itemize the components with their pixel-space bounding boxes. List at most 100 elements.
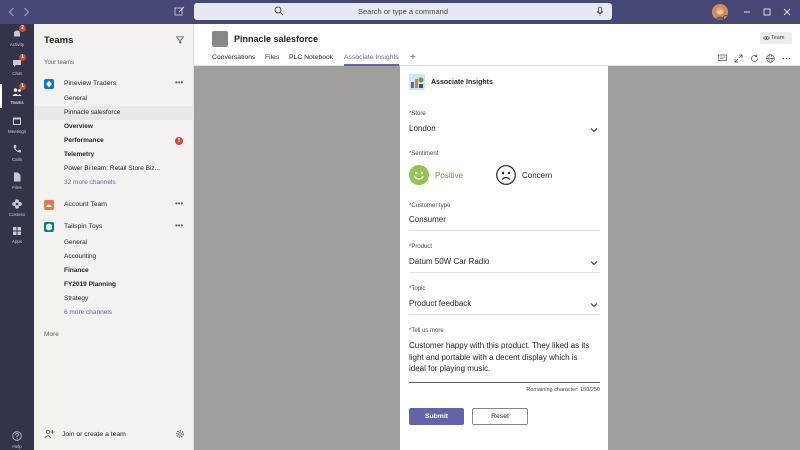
gear-icon[interactable]: [175, 429, 185, 439]
maximize-icon[interactable]: [762, 7, 772, 17]
chat-bubble-icon[interactable]: [718, 54, 727, 63]
add-tab-icon[interactable]: +: [410, 52, 416, 63]
channel-accounting[interactable]: Accounting: [34, 250, 194, 264]
channel-name: Pinnacle salesforce: [64, 109, 121, 116]
expand-icon[interactable]: [734, 54, 743, 63]
more-options-icon[interactable]: [782, 54, 791, 63]
channel-finance[interactable]: Finance: [34, 264, 194, 278]
more-channels-link[interactable]: 6 more channels: [34, 306, 194, 320]
tab-plc-notebook[interactable]: PLC Notebook: [289, 54, 333, 66]
globe-icon[interactable]: [766, 54, 775, 63]
app-bar: 2 Activity 1 Chat 1 Teams Meetings Calls…: [0, 24, 34, 450]
submit-button[interactable]: Submit: [409, 408, 464, 425]
topic-dropdown[interactable]: Product feedback: [409, 299, 471, 308]
channel-avatar: [212, 31, 228, 47]
more-options-icon[interactable]: •••: [175, 199, 183, 208]
card-header: Associate Insights: [400, 66, 608, 100]
flower-icon: [12, 199, 22, 209]
add-team-icon: [44, 429, 55, 439]
channel-title: Pinnacle salesforce: [234, 34, 319, 44]
channel-name: Accounting: [64, 253, 97, 260]
customer-type-field[interactable]: Consumer: [409, 215, 446, 224]
channel-name: Telemetry: [64, 151, 95, 158]
more-options-icon[interactable]: •••: [175, 78, 183, 87]
chevron-down-icon[interactable]: [590, 302, 598, 308]
search-input[interactable]: Search or type a command: [194, 7, 612, 16]
channel-overview[interactable]: Overview: [34, 120, 194, 134]
team-tailspin-toys[interactable]: Tailspin Toys •••: [34, 220, 194, 234]
refresh-icon[interactable]: [750, 54, 759, 63]
appbar-label: Calls: [11, 157, 22, 162]
channel-fy2019-planning[interactable]: FY2019 Planning: [34, 278, 194, 292]
field-underline: [409, 382, 600, 383]
channel-general[interactable]: General: [34, 92, 194, 106]
forward-arrow-icon[interactable]: [20, 5, 32, 19]
chevron-down-icon[interactable]: [590, 127, 598, 133]
appbar-costoso[interactable]: Costoso: [0, 196, 34, 226]
chevron-down-icon[interactable]: [590, 260, 598, 266]
channel-name: Strategy: [64, 295, 89, 302]
team-pineview-traders[interactable]: Pineview Traders •••: [34, 77, 194, 91]
channel-name: Power Bi team: Retail Store Biz...: [64, 165, 161, 172]
channel-name: General: [64, 95, 88, 102]
appbar-label: Apps: [11, 239, 23, 244]
more-options-icon[interactable]: •••: [175, 221, 183, 230]
user-avatar[interactable]: [712, 4, 728, 20]
appbar-files[interactable]: Files: [0, 169, 34, 199]
file-icon: [12, 172, 22, 182]
field-underline: [409, 230, 600, 231]
tab-content: Associate Insights *Store London *Sentim…: [194, 66, 800, 450]
product-dropdown[interactable]: Datum 50W Car Radio: [409, 257, 489, 266]
presence-available-icon: [723, 15, 728, 20]
appbar-calls[interactable]: Calls: [0, 141, 34, 171]
appbar-help[interactable]: Help: [0, 428, 34, 450]
join-or-create-team[interactable]: Join or create a team: [34, 424, 194, 446]
app-logo-icon: [409, 74, 425, 90]
appbar-meetings[interactable]: Meetings: [0, 113, 34, 143]
compose-icon[interactable]: [174, 6, 185, 17]
channel-telemetry[interactable]: Telemetry: [34, 148, 194, 162]
tab-associate-insights[interactable]: Associate Insights: [344, 54, 399, 66]
appbar-activity[interactable]: 2 Activity: [0, 25, 34, 56]
tab-conversations[interactable]: Conversations: [212, 54, 255, 66]
back-arrow-icon[interactable]: [6, 5, 18, 19]
channel-general[interactable]: General: [34, 236, 194, 250]
channel-name: General: [64, 239, 88, 246]
microphone-icon[interactable]: [596, 6, 604, 17]
activity-badge: 2: [19, 25, 26, 32]
channel-strategy[interactable]: Strategy: [34, 292, 194, 306]
team-account-team[interactable]: Account Team •••: [34, 198, 194, 212]
topic-label: *Topic: [409, 286, 426, 292]
more-channels-link[interactable]: 32 more channels: [34, 176, 194, 190]
close-icon[interactable]: [782, 7, 792, 17]
appbar-apps[interactable]: Apps: [0, 223, 34, 253]
appbar-label: Meetings: [7, 129, 27, 134]
team-avatar-icon: [44, 200, 54, 210]
sad-face-icon: [496, 165, 516, 185]
search-box[interactable]: Search or type a command: [194, 3, 612, 20]
channel-power-bi[interactable]: Power Bi team: Retail Store Biz...: [34, 162, 194, 176]
customer-type-label: *Customer type: [409, 203, 451, 209]
teams-panel: Teams Your teams Pineview Traders ••• Ge…: [34, 24, 194, 450]
reset-button[interactable]: Reset: [472, 408, 528, 425]
store-dropdown[interactable]: London: [409, 124, 436, 133]
calendar-icon: [12, 116, 22, 126]
channel-name: Overview: [64, 123, 93, 130]
appbar-chat[interactable]: 1 Chat: [0, 54, 34, 85]
team-name: Pineview Traders: [64, 80, 117, 87]
channel-pinnacle-salesforce[interactable]: Pinnacle salesforce: [34, 106, 194, 120]
appbar-label: Files: [12, 185, 22, 190]
associate-insights-card: Associate Insights *Store London *Sentim…: [400, 66, 608, 450]
appbar-label: Chat: [12, 71, 22, 76]
appbar-teams[interactable]: 1 Teams: [0, 83, 34, 114]
sentiment-positive-option[interactable]: Positive: [409, 165, 479, 185]
team-badge[interactable]: Team: [760, 32, 792, 44]
minimize-icon[interactable]: [742, 7, 752, 17]
filter-icon[interactable]: [176, 36, 184, 44]
more-teams-link[interactable]: More: [44, 331, 59, 338]
field-underline: [409, 314, 600, 315]
channel-performance[interactable]: Performance 1: [34, 134, 194, 148]
sentiment-concern-option[interactable]: Concern: [496, 165, 566, 185]
tab-files[interactable]: Files: [265, 54, 279, 66]
tell-us-more-textarea[interactable]: Customer happy with this product. They l…: [409, 340, 592, 375]
